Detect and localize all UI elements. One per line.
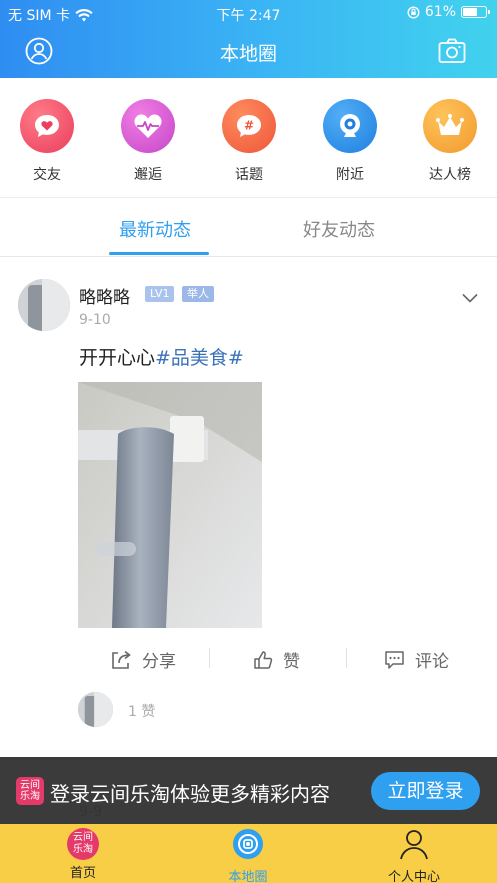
hashtag-icon: # (222, 99, 276, 153)
tab-local-circle[interactable]: 本地圈 (203, 828, 293, 883)
svg-text:#: # (244, 119, 254, 133)
post-text: 开开心心#品美食# (79, 343, 244, 370)
tab-profile[interactable]: 个人中心 (369, 828, 459, 883)
category-grid: 交友 邂逅 # 话题 附近 达人榜 (0, 78, 497, 198)
post-photo[interactable] (78, 382, 262, 628)
category-topics[interactable]: # 话题 (209, 99, 289, 184)
post-actions: 分享 赞 评论 (0, 643, 497, 673)
heartbeat-icon (121, 99, 175, 153)
comment-icon (385, 650, 404, 669)
post-username[interactable]: 略略略 (79, 283, 130, 308)
app-screen: 无 SIM 卡 下午 2:47 61% 本地圈 交友 邂逅 # 话题 附近 达人… (0, 0, 497, 883)
battery-icon (461, 6, 490, 18)
category-label: 邂逅 (134, 167, 162, 183)
feed-post: 略略略 LV1 举人 9-10 开开心心#品美食# 分享 赞 评论 1 赞 (0, 258, 497, 758)
local-circle-icon (233, 829, 263, 859)
camera-icon[interactable] (438, 37, 466, 65)
like-count: 1 赞 (128, 704, 156, 720)
person-icon (400, 830, 428, 860)
comment-button[interactable]: 评论 (384, 647, 449, 672)
login-button[interactable]: 立即登录 (371, 772, 480, 810)
divider (209, 648, 210, 668)
post-date: 9-10 (79, 312, 111, 328)
tab-label: 本地圈 (228, 870, 268, 883)
page-title: 本地圈 (219, 43, 277, 65)
app-logo-icon: 云间 乐淘 (16, 777, 44, 805)
share-icon (112, 650, 131, 669)
share-label: 分享 (142, 652, 176, 672)
avatar[interactable] (18, 279, 70, 331)
category-leaderboard[interactable]: 达人榜 (410, 99, 490, 184)
navbar: 本地圈 (0, 26, 497, 78)
chevron-down-icon[interactable] (462, 293, 478, 303)
post-body: 开开心心 (79, 347, 156, 369)
category-label: 交友 (33, 167, 61, 183)
category-label: 附近 (336, 167, 364, 183)
login-banner: 云间 乐淘 登录云间乐淘体验更多精彩内容 立即登录 (0, 757, 497, 824)
level-badge: LV1 (145, 286, 175, 302)
tab-latest[interactable]: 最新动态 (119, 216, 191, 242)
app-logo-icon: 云间 乐淘 (67, 828, 99, 860)
rotation-lock-icon (407, 5, 420, 19)
active-tab-indicator (109, 252, 209, 255)
like-button[interactable]: 赞 (253, 647, 300, 672)
crown-icon (423, 99, 477, 153)
feed-tabs: 最新动态 好友动态 (0, 199, 497, 257)
post-hashtag[interactable]: #品美食# (155, 347, 244, 369)
webcam-icon (323, 99, 377, 153)
thumbs-up-icon (254, 650, 273, 669)
category-label: 话题 (235, 167, 263, 183)
category-making-friends[interactable]: 交友 (7, 99, 87, 184)
bottom-tab-bar: 云间 乐淘 首页 本地圈 个人中心 (0, 824, 497, 883)
heart-chat-icon (20, 99, 74, 153)
tab-label: 个人中心 (387, 870, 440, 883)
category-encounter[interactable]: 邂逅 (108, 99, 188, 184)
share-button[interactable]: 分享 (110, 647, 176, 672)
tab-home[interactable]: 云间 乐淘 首页 (38, 828, 128, 881)
category-nearby[interactable]: 附近 (310, 99, 390, 184)
status-bar: 无 SIM 卡 下午 2:47 61% (0, 0, 497, 26)
divider (346, 648, 347, 668)
liker-avatar[interactable] (78, 692, 113, 727)
comment-label: 评论 (415, 652, 449, 672)
like-label: 赞 (283, 652, 300, 672)
login-prompt-text: 登录云间乐淘体验更多精彩内容 (50, 782, 330, 806)
battery-percent: 61% (424, 4, 456, 20)
tab-friends[interactable]: 好友动态 (303, 216, 375, 242)
role-badge: 举人 (182, 286, 214, 302)
header: 无 SIM 卡 下午 2:47 61% 本地圈 (0, 0, 497, 78)
tab-label: 首页 (69, 866, 96, 881)
logo-text: 云间 乐淘 (20, 780, 40, 802)
category-label: 达人榜 (429, 167, 471, 183)
